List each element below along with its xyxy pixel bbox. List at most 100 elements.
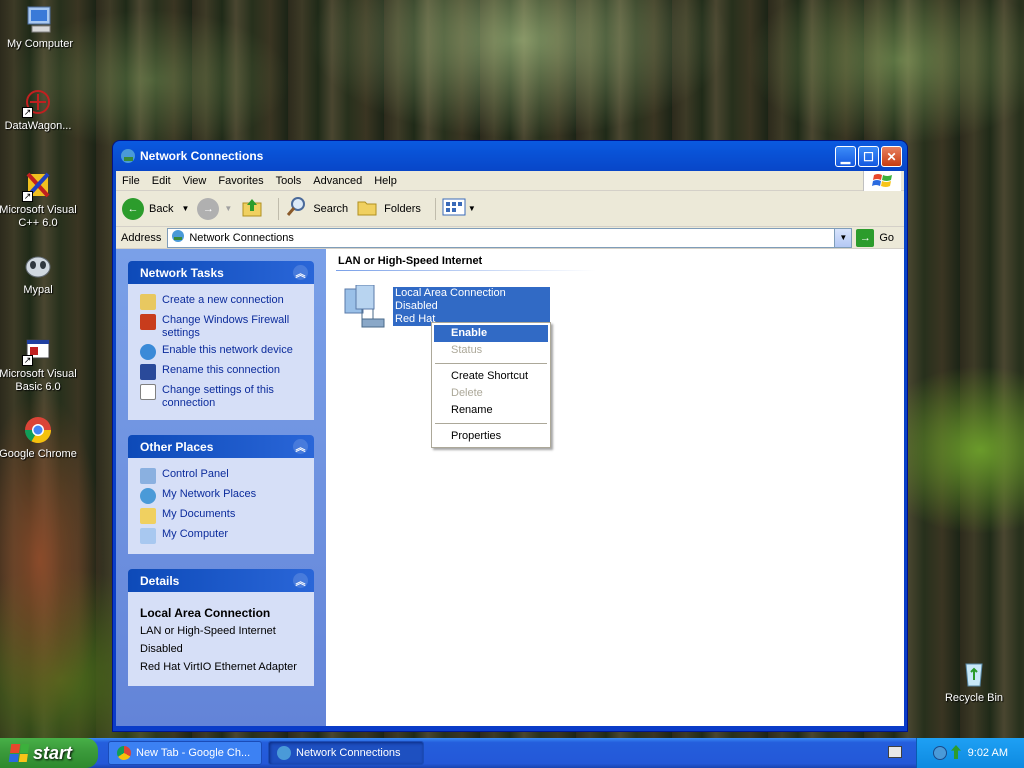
desktop-icon-label: DataWagon... [4,120,72,132]
group-header: LAN or High-Speed Internet [338,255,483,267]
desktop-icon-label: My Computer [6,38,74,50]
forward-button[interactable]: → ▼ [197,197,232,220]
maximize-icon: ☐ [863,149,874,164]
task-label: Enable this network device [162,344,293,356]
search-button[interactable]: Search [285,195,348,222]
up-folder-button[interactable] [240,195,264,222]
place-label: Control Panel [162,468,229,480]
address-label: Address [121,231,162,244]
folders-button[interactable]: Folders [356,195,421,222]
menu-help[interactable]: Help [368,175,403,187]
menu-item-properties[interactable]: Properties [434,428,548,445]
panel-header[interactable]: Network Tasks ︽ [128,261,314,284]
windows-logo-icon [863,171,901,191]
desktop-icon-recycle-bin[interactable]: Recycle Bin [934,658,1014,705]
task-rename-connection[interactable]: Rename this connection [140,364,306,380]
collapse-icon[interactable]: ︽ [293,439,308,454]
enable-network-icon [140,344,156,360]
chevron-down-icon[interactable]: ▼ [181,204,189,213]
task-create-connection[interactable]: Create a new connection [140,294,306,310]
task-enable-device[interactable]: Enable this network device [140,344,306,360]
collapse-icon[interactable]: ︽ [293,265,308,280]
desktop-icon-label: Microsoft Visual C++ 6.0 [0,204,77,229]
place-control-panel[interactable]: Control Panel [140,468,306,484]
menu-file[interactable]: File [116,175,146,187]
task-change-firewall[interactable]: Change Windows Firewall settings [140,314,306,340]
panel-header[interactable]: Details ︽ [128,569,314,592]
details-adapter: Red Hat VirtIO Ethernet Adapter [140,661,297,673]
task-change-settings[interactable]: Change settings of this connection [140,384,306,410]
address-input[interactable]: Network Connections ▼ [167,227,853,248]
back-label: Back [149,202,174,215]
place-label: My Computer [162,528,229,540]
menu-tools[interactable]: Tools [270,175,308,187]
desktop-icon-mypal[interactable]: Mypal [0,250,78,297]
menu-separator [435,363,547,364]
explorer-body: Network Tasks ︽ Create a new connection C… [116,249,904,726]
search-label: Search [313,202,349,215]
menu-edit[interactable]: Edit [146,175,177,187]
computer-icon [24,4,56,36]
desktop-icon-label: Mypal [23,284,53,296]
desktop-icon-visual-basic[interactable]: ↗ Microsoft Visual Basic 6.0 [0,334,78,394]
firewall-icon [140,314,156,330]
menu-item-create-shortcut[interactable]: Create Shortcut [434,368,548,385]
details-panel: Details ︽ Local Area Connection LAN or Hi… [128,569,314,686]
group-divider [336,270,596,271]
taskbar-item-network-connections[interactable]: Network Connections [268,741,424,765]
address-dropdown-button[interactable]: ▼ [834,228,852,247]
desktop-icon-my-computer[interactable]: My Computer [0,4,80,51]
place-label: My Documents [162,508,236,520]
connections-list: LAN or High-Speed Internet Local Area Co… [326,249,904,726]
documents-icon [140,508,156,524]
taskbar-item-label: New Tab - Google Ch... [136,747,251,759]
network-adapter-icon [342,284,392,334]
visual-basic-icon: ↗ [22,334,54,366]
settings-icon [140,384,156,400]
folders-label: Folders [384,202,421,215]
network-connections-icon [277,746,291,760]
back-button[interactable]: ← Back ▼ [122,197,189,220]
views-button[interactable]: ▼ [442,197,476,220]
menu-view[interactable]: View [177,175,213,187]
place-my-documents[interactable]: My Documents [140,508,306,524]
maximize-button[interactable]: ☐ [858,146,879,167]
task-label: Rename this connection [162,364,281,376]
taskbar: start New Tab - Google Ch... Network Con… [0,738,1024,768]
start-button[interactable]: start [0,738,98,768]
clock[interactable]: 9:02 AM [968,747,1008,759]
chevron-down-icon: ▼ [467,204,476,213]
volume-icon[interactable] [951,745,961,759]
connection-name: Local Area Connection [395,287,506,299]
network-status-icon[interactable] [933,746,947,760]
place-my-network-places[interactable]: My Network Places [140,488,306,504]
title-bar[interactable]: Network Connections ▁ ☐ ✕ [116,141,904,171]
taskbar-item-chrome[interactable]: New Tab - Google Ch... [108,741,262,765]
desktop-icon-datawagon[interactable]: ↗ DataWagon... [0,86,78,133]
menu-favorites[interactable]: Favorites [212,175,269,187]
desktop-icon-google-chrome[interactable]: Google Chrome [0,414,78,461]
menu-item-enable[interactable]: Enable [434,325,548,342]
keyboard-icon[interactable] [888,746,902,758]
system-tray: 9:02 AM [916,738,1024,768]
panel-title: Other Places [140,439,214,454]
go-button[interactable]: → Go [856,228,894,247]
collapse-icon[interactable]: ︽ [293,573,308,588]
panel-header[interactable]: Other Places ︽ [128,435,314,458]
local-area-connection-item[interactable]: Local Area Connection Disabled Red Hat [342,284,550,334]
taskbar-item-label: Network Connections [296,747,401,759]
up-folder-icon [240,195,264,222]
address-value: Network Connections [189,231,294,244]
recycle-bin-icon [958,658,990,690]
back-arrow-icon: ← [122,197,144,220]
close-button[interactable]: ✕ [881,146,902,167]
details-type: LAN or High-Speed Internet [140,625,276,637]
menu-item-rename[interactable]: Rename [434,402,548,419]
chevron-down-icon: ▼ [839,233,848,242]
minimize-icon: ▁ [840,149,851,164]
desktop-icon-visual-cpp[interactable]: ↗ Microsoft Visual C++ 6.0 [0,170,78,230]
minimize-button[interactable]: ▁ [835,146,856,167]
menu-advanced[interactable]: Advanced [307,175,368,187]
place-my-computer[interactable]: My Computer [140,528,306,544]
details-name: Local Area Connection [140,606,271,620]
